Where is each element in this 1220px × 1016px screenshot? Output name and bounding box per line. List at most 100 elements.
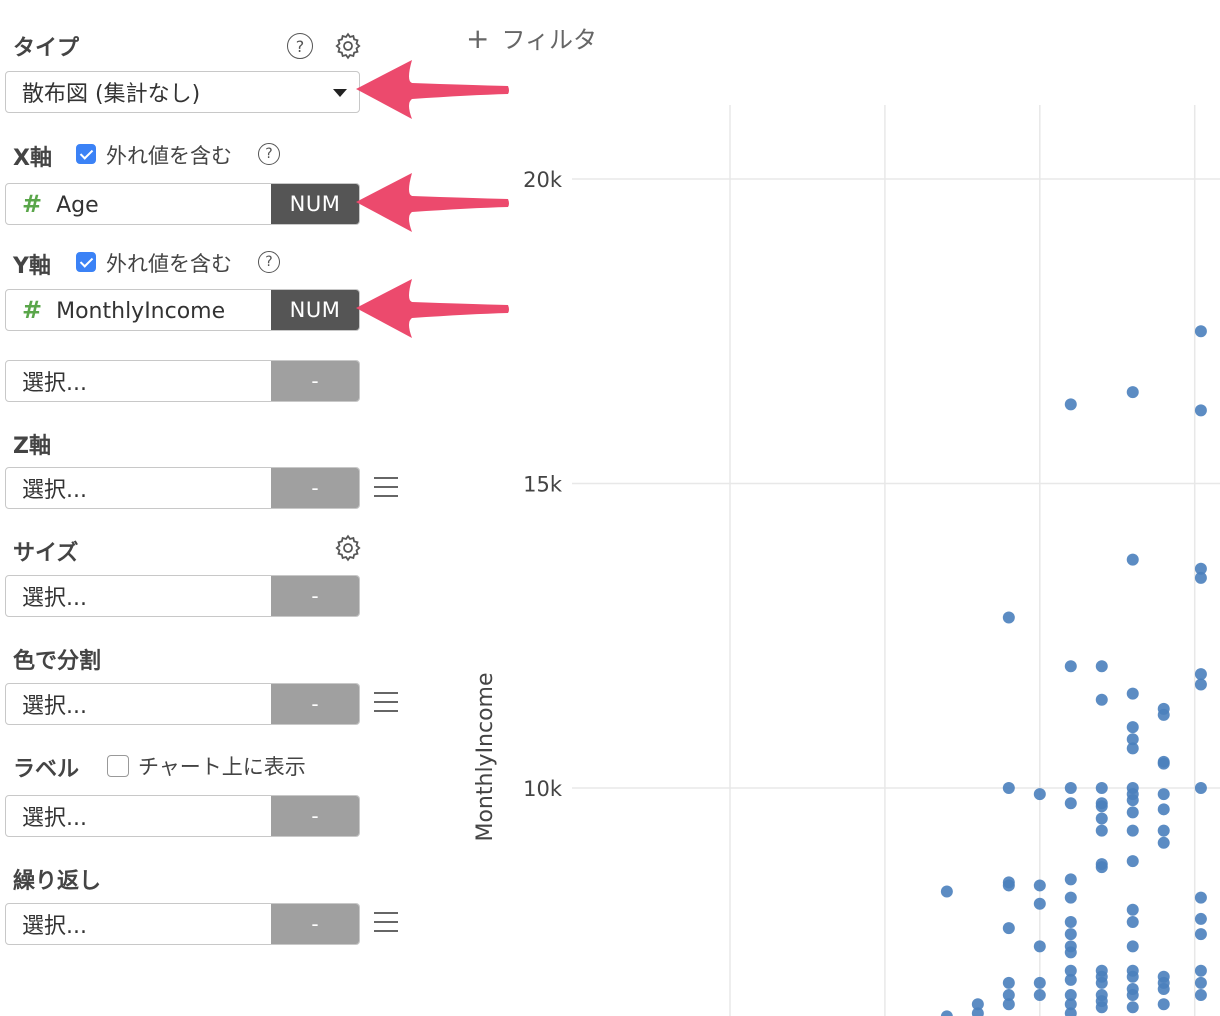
- scatter-point[interactable]: [1002, 782, 1015, 794]
- scatter-point[interactable]: [1002, 998, 1015, 1011]
- help-icon[interactable]: ?: [258, 251, 280, 273]
- label-type-badge[interactable]: -: [271, 796, 359, 836]
- scatter-point[interactable]: [1194, 782, 1207, 794]
- scatter-point[interactable]: [1194, 571, 1207, 584]
- scatter-point[interactable]: [1157, 998, 1170, 1011]
- scatter-point[interactable]: [1126, 386, 1139, 399]
- scatter-point[interactable]: [1002, 922, 1015, 935]
- y-axis-second-type-badge[interactable]: -: [271, 361, 359, 401]
- scatter-point[interactable]: [1126, 1001, 1139, 1014]
- scatter-point[interactable]: [1033, 976, 1046, 989]
- scatter-point[interactable]: [1064, 928, 1077, 941]
- scatter-point[interactable]: [1095, 812, 1108, 825]
- scatter-point[interactable]: [1064, 873, 1077, 886]
- scatter-point[interactable]: [1126, 794, 1139, 807]
- scatter-point[interactable]: [1095, 782, 1108, 794]
- y-axis-second-field[interactable]: 選択... -: [5, 360, 360, 402]
- scatter-point[interactable]: [1126, 824, 1139, 837]
- scatter-point[interactable]: [940, 885, 953, 898]
- y-include-outliers-checkbox[interactable]: [76, 252, 96, 272]
- scatter-point[interactable]: [1002, 611, 1015, 624]
- scatter-point[interactable]: [1064, 398, 1077, 411]
- scatter-point[interactable]: [1157, 982, 1170, 995]
- scatter-point[interactable]: [1064, 891, 1077, 904]
- scatter-point[interactable]: [1194, 404, 1207, 417]
- scatter-point[interactable]: [1157, 708, 1170, 721]
- color-split-type-badge[interactable]: -: [271, 684, 359, 724]
- x-include-outliers-checkbox[interactable]: [76, 144, 96, 164]
- scatter-point[interactable]: [1064, 782, 1077, 794]
- scatter-point[interactable]: [1194, 989, 1207, 1002]
- scatter-point[interactable]: [1126, 855, 1139, 868]
- scatter-point[interactable]: [1064, 915, 1077, 928]
- number-type-icon: #: [22, 190, 43, 218]
- scatter-point[interactable]: [1126, 721, 1139, 734]
- chart-type-select[interactable]: 散布図 (集計なし): [5, 71, 360, 113]
- scatter-point[interactable]: [1157, 836, 1170, 849]
- z-axis-field[interactable]: 選択... -: [5, 467, 360, 509]
- scatter-point[interactable]: [1033, 788, 1046, 801]
- scatter-point[interactable]: [1095, 861, 1108, 874]
- menu-icon[interactable]: [374, 477, 398, 497]
- scatter-point[interactable]: [1194, 325, 1207, 338]
- scatter-point[interactable]: [1194, 891, 1207, 904]
- x-axis-field[interactable]: # Age NUM: [5, 183, 360, 225]
- scatter-point[interactable]: [1064, 946, 1077, 959]
- scatter-point[interactable]: [1033, 989, 1046, 1002]
- scatter-point[interactable]: [1095, 660, 1108, 673]
- scatter-point[interactable]: [1126, 806, 1139, 819]
- scatter-point[interactable]: [1126, 903, 1139, 916]
- y-axis-type-badge[interactable]: NUM: [271, 290, 359, 330]
- scatter-point[interactable]: [1194, 912, 1207, 925]
- scatter-point[interactable]: [1033, 897, 1046, 910]
- scatter-point[interactable]: [1095, 693, 1108, 706]
- color-split-field[interactable]: 選択... -: [5, 683, 360, 725]
- scatter-point[interactable]: [1194, 928, 1207, 941]
- show-on-chart-checkbox[interactable]: [107, 755, 129, 777]
- scatter-point[interactable]: [1126, 940, 1139, 953]
- scatter-point[interactable]: [1157, 757, 1170, 770]
- repeat-field[interactable]: 選択... -: [5, 903, 360, 945]
- scatter-point[interactable]: [1126, 915, 1139, 928]
- y-axis-field[interactable]: # MonthlyIncome NUM: [5, 289, 360, 331]
- scatter-point[interactable]: [1126, 553, 1139, 566]
- x-axis-type-badge[interactable]: NUM: [271, 184, 359, 224]
- menu-icon[interactable]: [374, 692, 398, 712]
- scatter-point[interactable]: [1064, 973, 1077, 986]
- scatter-point[interactable]: [1194, 964, 1207, 977]
- size-type-badge[interactable]: -: [271, 576, 359, 616]
- scatter-point[interactable]: [1064, 797, 1077, 810]
- scatter-point[interactable]: [1095, 1001, 1108, 1014]
- scatter-point[interactable]: [1095, 976, 1108, 989]
- scatter-point[interactable]: [1194, 678, 1207, 691]
- help-icon[interactable]: ?: [258, 143, 280, 165]
- scatter-point[interactable]: [1157, 788, 1170, 801]
- scatter-point[interactable]: [1126, 687, 1139, 700]
- scatter-point[interactable]: [1002, 976, 1015, 989]
- annotation-arrow: [356, 279, 509, 338]
- scatter-point[interactable]: [1064, 660, 1077, 673]
- scatter-point[interactable]: [940, 1010, 953, 1016]
- scatter-point[interactable]: [1064, 1007, 1077, 1016]
- scatter-point[interactable]: [1194, 976, 1207, 989]
- label-section-label: ラベル: [13, 757, 80, 782]
- scatter-point[interactable]: [1157, 824, 1170, 837]
- label-field[interactable]: 選択... -: [5, 795, 360, 837]
- scatter-point[interactable]: [1033, 879, 1046, 892]
- scatter-point[interactable]: [1033, 940, 1046, 953]
- menu-icon[interactable]: [374, 912, 398, 932]
- scatter-point[interactable]: [1126, 989, 1139, 1002]
- scatter-point[interactable]: [1157, 803, 1170, 816]
- scatter-point[interactable]: [1095, 824, 1108, 837]
- scatter-point[interactable]: [1002, 879, 1015, 892]
- scatter-point[interactable]: [1126, 742, 1139, 755]
- z-axis-type-badge[interactable]: -: [271, 468, 359, 508]
- repeat-type-badge[interactable]: -: [271, 904, 359, 944]
- scatter-point[interactable]: [971, 1007, 984, 1016]
- gear-icon[interactable]: [333, 533, 363, 563]
- scatter-point[interactable]: [1095, 800, 1108, 813]
- help-icon[interactable]: ?: [287, 33, 313, 59]
- scatter-point[interactable]: [1126, 970, 1139, 983]
- scatter-point[interactable]: [1194, 668, 1207, 681]
- size-field[interactable]: 選択... -: [5, 575, 360, 617]
